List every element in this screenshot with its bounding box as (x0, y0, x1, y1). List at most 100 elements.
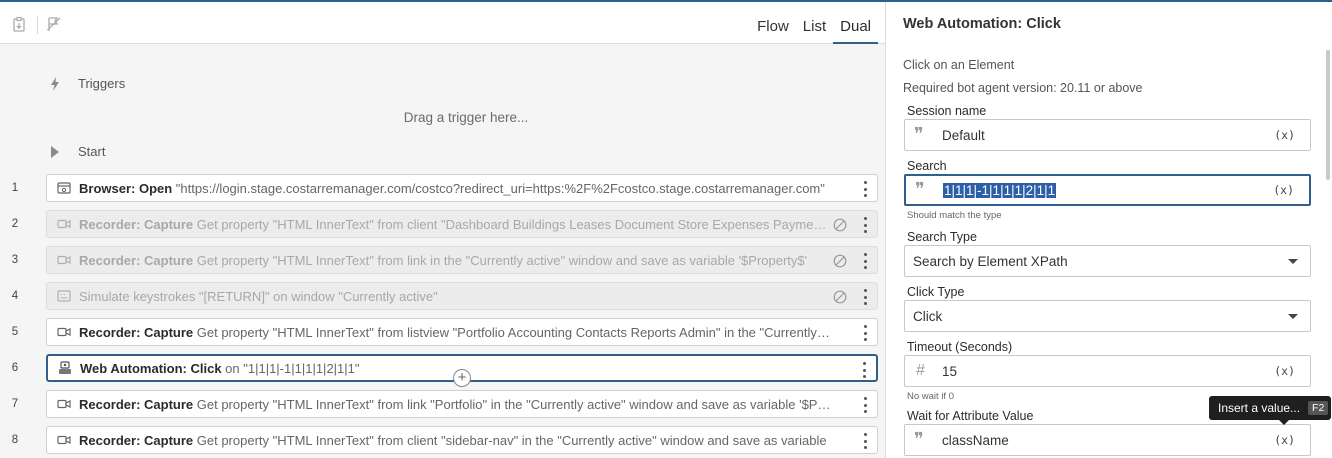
session-name-label: Session name (907, 104, 987, 118)
line-number: 7 (11, 398, 19, 410)
recorder-icon (57, 253, 71, 267)
table-row: 1 Browser: Open "https://login.stage.cost… (0, 174, 885, 204)
action-card[interactable]: Simulate keystrokes "[RETURN]" on window… (46, 282, 878, 310)
action-card[interactable]: Recorder: Capture Get property "HTML Inn… (46, 318, 878, 346)
browser-icon (57, 181, 71, 195)
timeout-field[interactable]: # 15 (x) (904, 355, 1311, 387)
properties-panel: Web Automation: Click Click on an Elemen… (887, 2, 1332, 458)
more-options-icon[interactable] (862, 289, 868, 305)
click-type-select[interactable]: Click (904, 300, 1311, 332)
disabled-icon[interactable] (833, 254, 847, 268)
triggers-section: Triggers (50, 76, 125, 91)
action-card[interactable]: Recorder: Capture Get property "HTML Inn… (46, 246, 878, 274)
panel-title: Web Automation: Click (903, 16, 1061, 32)
action-text: Recorder: Capture Get property "HTML Inn… (79, 216, 831, 232)
more-options-icon[interactable] (862, 325, 868, 341)
table-row: 2 Recorder: Capture Get property "HTML In… (0, 210, 885, 240)
wait-attribute-label: Wait for Attribute Value (907, 409, 1034, 423)
action-text: Recorder: Capture Get property "HTML Inn… (79, 252, 808, 268)
insert-value-tooltip: Insert a value... F2 (1209, 396, 1331, 425)
panel-scrollbar[interactable] (1326, 50, 1330, 180)
hash-icon: # (916, 362, 925, 379)
search-type-label: Search Type (907, 230, 977, 244)
line-number: 4 (11, 290, 19, 302)
triggers-label: Triggers (78, 76, 126, 91)
click-type-value: Click (913, 308, 943, 324)
web-automation-icon (58, 361, 72, 375)
action-card[interactable]: Recorder: Capture Get property "HTML Inn… (46, 390, 878, 418)
insert-variable-button[interactable]: (x) (1273, 183, 1294, 197)
action-text: Browser: Open "https://login.stage.costa… (79, 180, 825, 196)
tab-flow[interactable]: Flow (750, 2, 796, 44)
flow-editor: Flow List Dual Triggers Drag a trigger h… (0, 2, 886, 458)
action-text: Recorder: Capture Get property "HTML Inn… (79, 432, 827, 448)
lightning-icon (51, 76, 59, 91)
insert-variable-button[interactable]: (x) (1274, 433, 1295, 447)
clipboard-icon[interactable] (11, 16, 27, 32)
session-name-value: Default (942, 127, 985, 143)
editor-toolbar: Flow List Dual (0, 2, 885, 44)
start-section: Start (50, 144, 105, 159)
action-card[interactable]: Browser: Open "https://login.stage.costa… (46, 174, 878, 202)
search-value: 1|1|1|-1|1|1|1|2|1|1 (943, 182, 1057, 198)
quote-icon: ❞ (915, 179, 925, 200)
more-options-icon[interactable] (862, 217, 868, 233)
more-options-icon[interactable] (861, 362, 867, 378)
play-icon (51, 145, 59, 158)
add-action-button[interactable]: + (453, 369, 471, 387)
trigger-drop-zone[interactable]: Drag a trigger here... (0, 110, 885, 125)
table-row: 4 Simulate keystrokes "[RETURN]" on windo… (0, 282, 885, 312)
toolbar-separator (37, 16, 38, 34)
recorder-icon (57, 325, 71, 339)
action-card[interactable]: Recorder: Capture Get property "HTML Inn… (46, 426, 878, 454)
timeout-value: 15 (942, 363, 958, 379)
insert-variable-button[interactable]: (x) (1274, 128, 1295, 142)
panel-subtitle: Click on an Element (903, 58, 1015, 72)
more-options-icon[interactable] (862, 433, 868, 449)
session-name-field[interactable]: ❞ Default (x) (904, 119, 1311, 151)
search-field[interactable]: ❞ 1|1|1|-1|1|1|1|2|1|1 (x) (904, 174, 1311, 206)
chevron-down-icon (1288, 258, 1298, 264)
table-row: 7 Recorder: Capture Get property "HTML In… (0, 390, 885, 420)
recorder-icon (57, 217, 71, 231)
disabled-icon[interactable] (833, 290, 847, 304)
tooltip-text: Insert a value... (1218, 401, 1301, 415)
quote-icon: ❞ (914, 429, 924, 450)
recorder-icon (57, 397, 71, 411)
insert-variable-button[interactable]: (x) (1274, 364, 1295, 378)
action-text: Simulate keystrokes "[RETURN]" on window… (79, 288, 438, 304)
more-options-icon[interactable] (862, 181, 868, 197)
action-card[interactable]: Recorder: Capture Get property "HTML Inn… (46, 210, 878, 238)
table-row: 8 Recorder: Capture Get property "HTML In… (0, 426, 885, 456)
search-type-select[interactable]: Search by Element XPath (904, 245, 1311, 277)
search-type-value: Search by Element XPath (913, 253, 1068, 269)
version-note: Required bot agent version: 20.11 or abo… (903, 81, 1143, 95)
action-text: Recorder: Capture Get property "HTML Inn… (79, 396, 831, 412)
tooltip-shortcut: F2 (1308, 401, 1329, 415)
timeout-label: Timeout (Seconds) (907, 340, 1013, 354)
view-tabs: Flow List Dual (750, 2, 878, 44)
search-hint: Should match the type (907, 210, 1002, 221)
tab-dual[interactable]: Dual (833, 2, 878, 44)
search-label: Search (907, 159, 947, 173)
recorder-icon (57, 433, 71, 447)
line-number: 8 (11, 434, 19, 446)
disabled-icon[interactable] (833, 218, 847, 232)
timeout-hint: No wait if 0 (907, 391, 954, 402)
table-row: 3 Recorder: Capture Get property "HTML In… (0, 246, 885, 276)
chevron-down-icon (1288, 313, 1298, 319)
action-text: Recorder: Capture Get property "HTML Inn… (79, 324, 831, 340)
line-number: 5 (11, 326, 19, 338)
line-number: 3 (11, 254, 19, 266)
table-row: 5 Recorder: Capture Get property "HTML In… (0, 318, 885, 348)
wait-attribute-field[interactable]: ❞ className (x) (904, 424, 1311, 456)
wait-attribute-value: className (942, 432, 1009, 448)
line-number: 1 (11, 182, 19, 194)
start-label: Start (78, 144, 106, 159)
quote-icon: ❞ (914, 124, 924, 145)
more-options-icon[interactable] (862, 253, 868, 269)
flag-off-icon[interactable] (46, 16, 62, 32)
line-number: 6 (11, 362, 19, 374)
more-options-icon[interactable] (862, 397, 868, 413)
tab-list[interactable]: List (796, 2, 833, 44)
